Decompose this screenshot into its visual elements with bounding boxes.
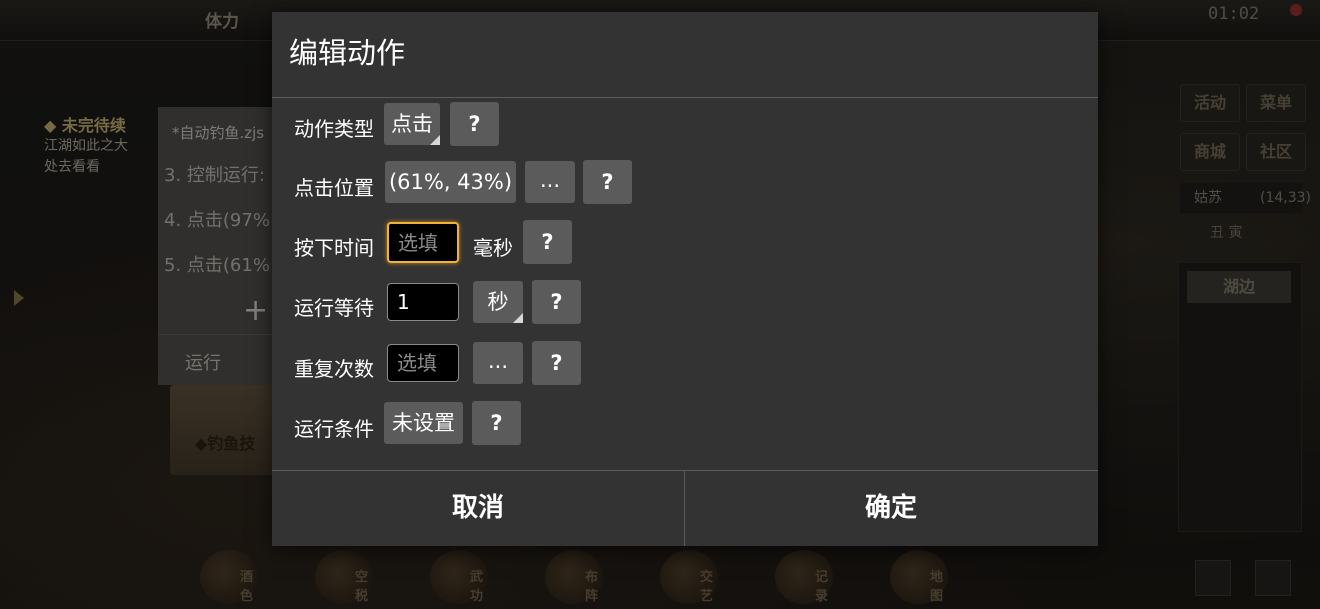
action-type-help-button[interactable]: ?: [450, 102, 499, 146]
wait-help-button[interactable]: ?: [532, 280, 581, 324]
click-position-value-button[interactable]: (61%, 43%): [385, 161, 516, 203]
press-time-help-button[interactable]: ?: [523, 220, 572, 264]
repeat-more-button[interactable]: ...: [473, 342, 523, 384]
action-type-label: 动作类型: [294, 117, 374, 141]
click-position-help-button[interactable]: ?: [583, 160, 632, 204]
cancel-button[interactable]: 取消: [272, 471, 684, 546]
edit-action-dialog: 编辑动作 动作类型 点击 ? 点击位置 (61%, 43%) ... ? 按下时…: [272, 12, 1098, 546]
divider: [272, 97, 1098, 98]
press-time-input[interactable]: [387, 222, 459, 263]
repeat-label: 重复次数: [294, 357, 374, 381]
condition-help-button[interactable]: ?: [472, 401, 521, 445]
click-position-more-button[interactable]: ...: [525, 161, 575, 203]
repeat-input[interactable]: [387, 344, 459, 382]
dialog-title: 编辑动作: [289, 36, 406, 70]
wait-label: 运行等待: [294, 296, 374, 320]
action-type-select[interactable]: 点击: [384, 103, 440, 145]
condition-value-button[interactable]: 未设置: [384, 402, 463, 444]
repeat-help-button[interactable]: ?: [532, 341, 581, 385]
press-time-unit: 毫秒: [473, 236, 513, 260]
wait-input[interactable]: [387, 283, 459, 321]
confirm-button[interactable]: 确定: [685, 471, 1097, 546]
press-time-label: 按下时间: [294, 236, 374, 260]
click-position-label: 点击位置: [294, 176, 374, 200]
wait-unit-select[interactable]: 秒: [473, 281, 523, 323]
condition-label: 运行条件: [294, 417, 374, 441]
